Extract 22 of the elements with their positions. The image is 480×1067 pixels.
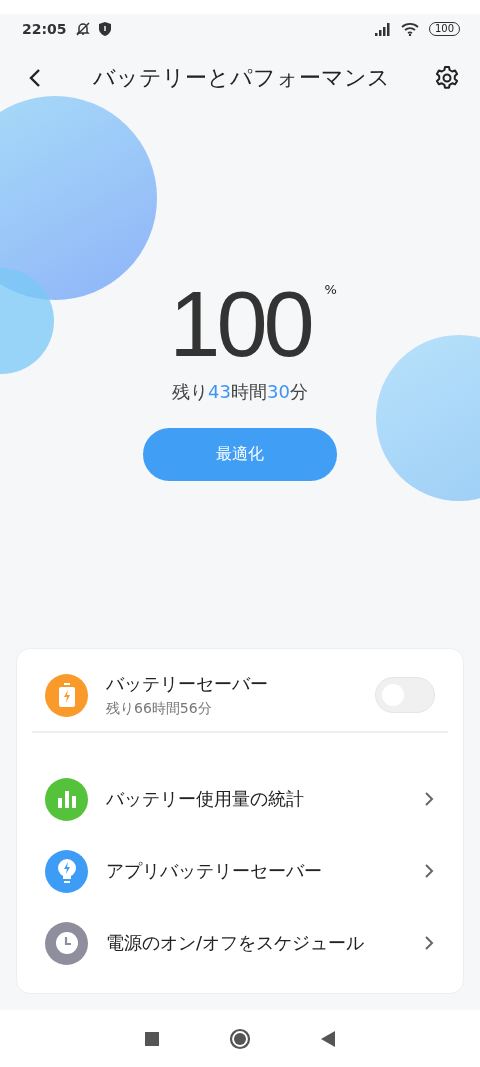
item-title[interactable]: バッテリーセーバー [106,672,357,696]
chevron-icon [423,935,435,951]
settings-icon[interactable] [434,65,460,91]
item-title[interactable]: アプリバッテリーセーバー [106,859,405,883]
item-subtitle: 残り66時間56分 [106,700,213,718]
back-nav-icon[interactable] [319,1029,336,1048]
home-icon[interactable] [229,1027,251,1050]
chevron-icon [423,791,435,807]
page-title: バッテリーとパフォーマンス [91,64,391,92]
status-time: 22:05 [22,21,67,37]
battery-percent: 100 [169,273,311,375]
item-title[interactable]: 電源のオン/オフをスケジュール [106,931,405,955]
chevron-icon [423,863,435,879]
recents-icon[interactable] [144,1030,161,1047]
bell-off-icon [74,21,91,37]
wifi-icon [400,22,421,36]
shield-icon [98,22,111,36]
toggle-switch[interactable] [375,677,435,713]
signal-icon [374,22,393,36]
item-title[interactable]: バッテリー使用量の統計 [106,787,405,811]
percent-unit: % [324,282,337,297]
remaining-time: 残り 43時間30分 [172,380,308,404]
